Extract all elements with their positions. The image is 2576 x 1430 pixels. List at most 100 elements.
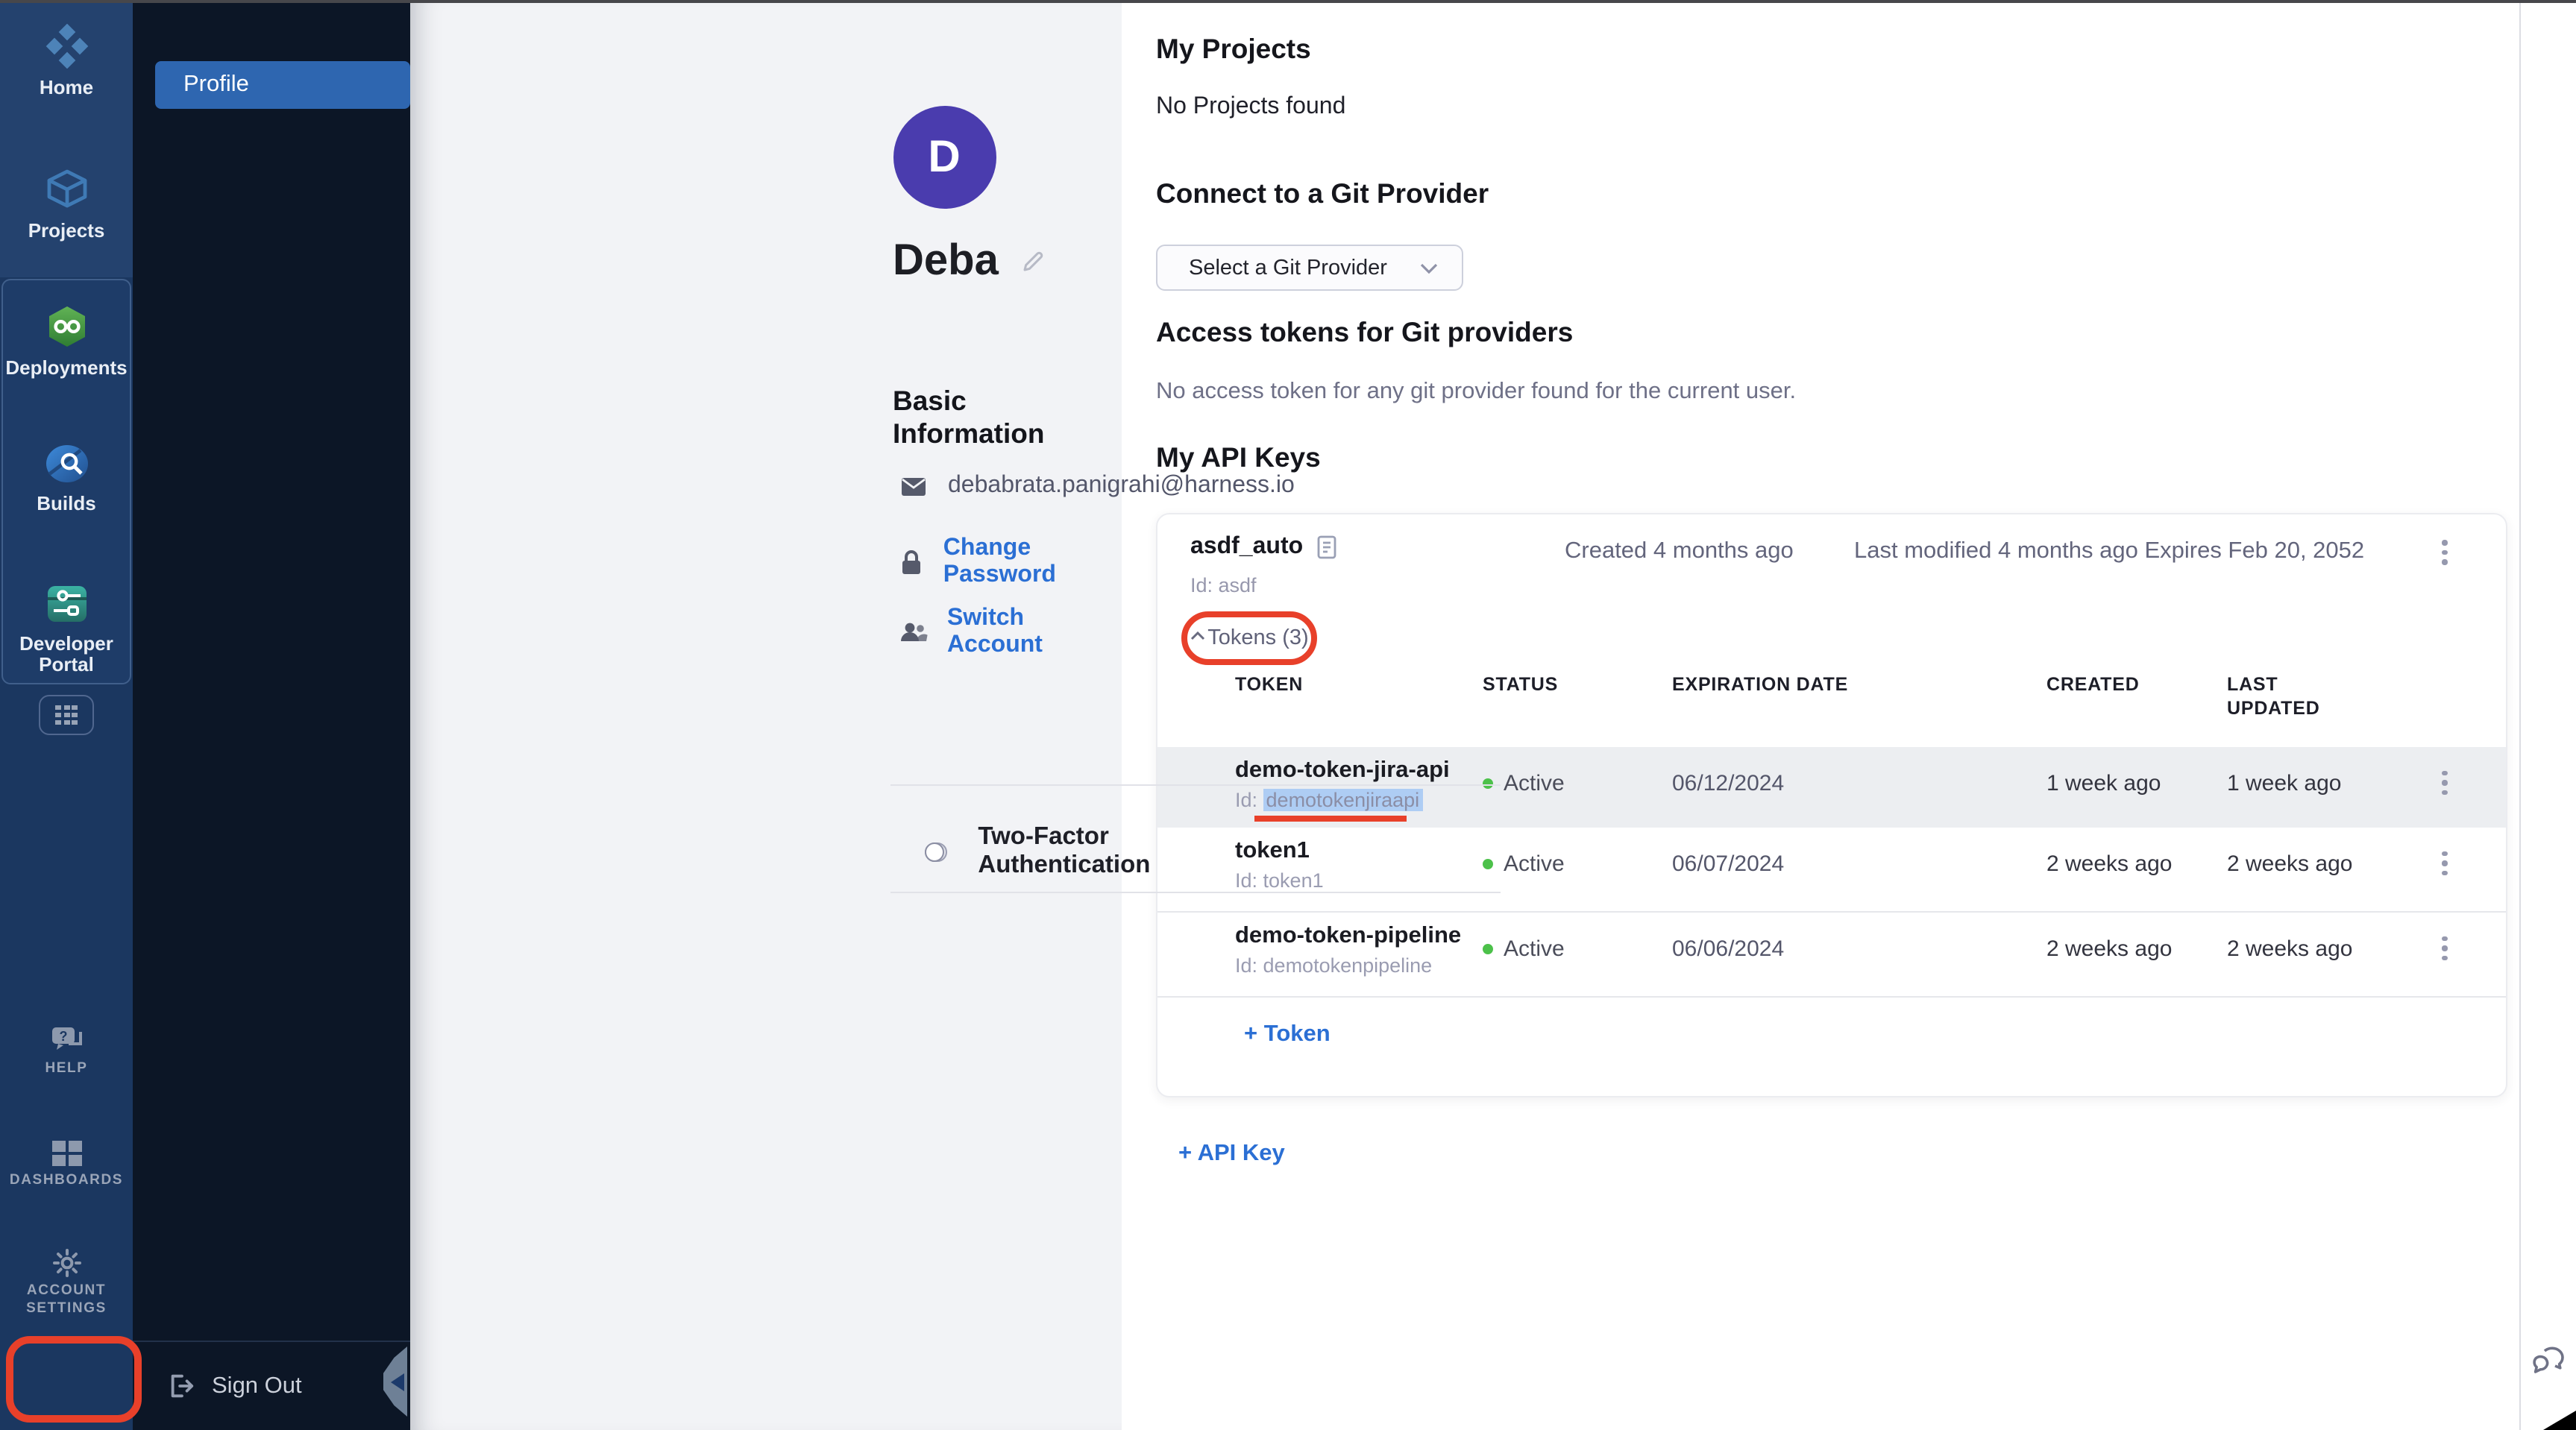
lock-icon [897,549,926,575]
api-key-modified-text: Last modified 4 months ago Expires Feb 2… [1854,538,2364,564]
api-key-id: Id: asdf [1190,573,1257,596]
git-provider-select-value: Select a Git Provider [1157,256,1420,280]
api-keys-title: My API Keys [1156,441,1321,474]
token-expiration: 06/06/2024 [1672,936,1784,962]
token-menu-button[interactable] [2442,848,2447,878]
token-menu-button[interactable] [2442,768,2447,798]
svg-text:?: ? [59,1029,67,1044]
token-name: token1 [1235,838,1310,865]
sidebar-item-builds[interactable]: Builds [0,443,133,513]
sidebar-item-projects[interactable]: Projects [0,167,133,240]
column-header-token: TOKEN [1235,672,1303,696]
git-provider-title: Connect to a Git Provider [1156,177,1489,210]
column-header-expiration: EXPIRATION DATE [1672,672,1848,696]
two-factor-label: Two-Factor Authentication [978,823,1163,880]
copy-clipboard-icon[interactable] [1316,535,1336,558]
sidebar-item-developer-portal[interactable]: Developer Portal [0,583,133,675]
tokens-expand-toggle[interactable]: Tokens (3) [1207,626,1308,649]
help-chat-icon: ? [48,1024,84,1056]
token-created: 1 week ago [2046,771,2161,796]
email-row: debabrata.panigrahi@harness.io [897,473,1295,500]
divider [890,892,1500,893]
token-updated: 1 week ago [2227,771,2341,796]
developer-portal-icon [44,583,89,625]
sidebar-item-home[interactable]: Home [0,24,133,97]
status-dot-icon [1483,859,1493,869]
api-key-name: asdf_auto [1190,533,1303,560]
token-status: Active [1483,851,1565,877]
collapse-left-arrow-icon [391,1373,404,1391]
sign-out-button[interactable]: Sign Out [212,1373,302,1399]
token-id: Id: demotokenpipeline [1235,954,1432,977]
sidebar-item-label: Home [0,78,133,97]
token-name: demo-token-pipeline [1235,923,1461,950]
corner-cursor-artifact [2543,1411,2576,1430]
sidebar-item-label: ACCOUNT SETTINGS [0,1282,133,1317]
user-name: Deba [893,237,999,286]
sidebar-item-deployments[interactable]: Deployments [0,304,133,377]
access-tokens-title: Access tokens for Git providers [1156,316,1573,349]
sidebar-item-label: HELP [0,1060,133,1077]
builds-icon [43,443,90,485]
profile-summary-panel: D Deba Basic Information debabrata.panig… [409,0,1121,1430]
module-picker-button[interactable] [39,695,94,735]
token-id: Id: demotokenjiraapi [1235,789,1422,811]
token-name: demo-token-jira-api [1235,757,1450,784]
sidebar-item-label: Deployments [0,358,133,377]
change-password-link[interactable]: Change Password [943,535,1121,589]
sidebar-item-label: DASHBOARDS [0,1172,133,1189]
api-key-card: asdf_auto Created 4 months ago Last modi… [1156,512,2507,1097]
table-row[interactable]: demo-token-pipeline Id: demotokenpipelin… [1157,913,2506,998]
user-email: debabrata.panigrahi@harness.io [948,473,1295,500]
token-updated: 2 weeks ago [2227,936,2352,962]
table-row[interactable]: token1 Id: token1 Active 06/07/2024 2 we… [1157,828,2506,913]
token-menu-button[interactable] [2442,933,2447,963]
no-access-tokens-text: No access token for any git provider fou… [1156,379,1796,406]
basic-information-title: Basic Information [893,385,1121,450]
token-status: Active [1483,936,1565,962]
git-provider-select[interactable]: Select a Git Provider [1156,245,1463,291]
deployments-icon [44,304,89,349]
sidebar-item-help[interactable]: ? HELP [0,1024,133,1077]
sidebar-item-account-settings[interactable]: ACCOUNT SETTINGS [0,1247,133,1317]
chevron-down-icon [1420,262,1438,274]
user-name-row: Deba [893,237,1046,286]
switch-account-row: Switch Account [897,605,1121,659]
chevron-up-icon [1190,631,1204,641]
two-factor-toggle[interactable] [924,842,946,861]
my-projects-title: My Projects [1156,33,1311,66]
api-key-name-row: asdf_auto [1190,533,1336,560]
scroll-gutter[interactable] [2519,0,2576,1430]
token-expiration: 06/07/2024 [1672,851,1784,877]
token-created: 2 weeks ago [2046,936,2172,962]
switch-account-icon [897,622,929,643]
tokens-expand-annotation-highlight: Tokens (3) [1181,611,1317,664]
status-dot-icon [1483,944,1493,954]
gear-icon [50,1247,83,1279]
nav-item-profile-active[interactable]: Profile [155,61,409,109]
grid-icon [55,705,78,725]
profile-avatar: D [893,106,996,209]
sidebar-item-label: Builds [0,494,133,513]
column-header-status: STATUS [1483,672,1558,696]
token-created: 2 weeks ago [2046,851,2172,877]
table-row[interactable]: demo-token-jira-api Id: demotokenjiraapi… [1157,747,2506,828]
switch-account-link[interactable]: Switch Account [947,605,1121,659]
column-header-last-updated: LAST UPDATED [2227,672,2328,719]
api-key-menu-button[interactable] [2442,538,2447,567]
sign-out-bar: Sign Out [133,1341,409,1430]
change-password-row: Change Password [897,535,1121,589]
status-dot-icon [1483,778,1493,789]
email-icon [897,476,930,496]
add-api-key-button[interactable]: + API Key [1178,1141,1285,1168]
support-chat-icon[interactable] [2531,1346,2567,1379]
edit-name-icon[interactable] [1021,249,1046,274]
divider [890,784,1500,786]
add-token-button[interactable]: + Token [1244,1021,1331,1048]
sidebar-item-dashboards[interactable]: DASHBOARDS [0,1139,133,1189]
token-id-annotation-underline [1254,816,1407,822]
two-factor-row: Two-Factor Authentication [924,823,1163,880]
token-updated: 2 weeks ago [2227,851,2352,877]
sidebar-item-label: Projects [0,221,133,240]
token-status: Active [1483,771,1565,796]
